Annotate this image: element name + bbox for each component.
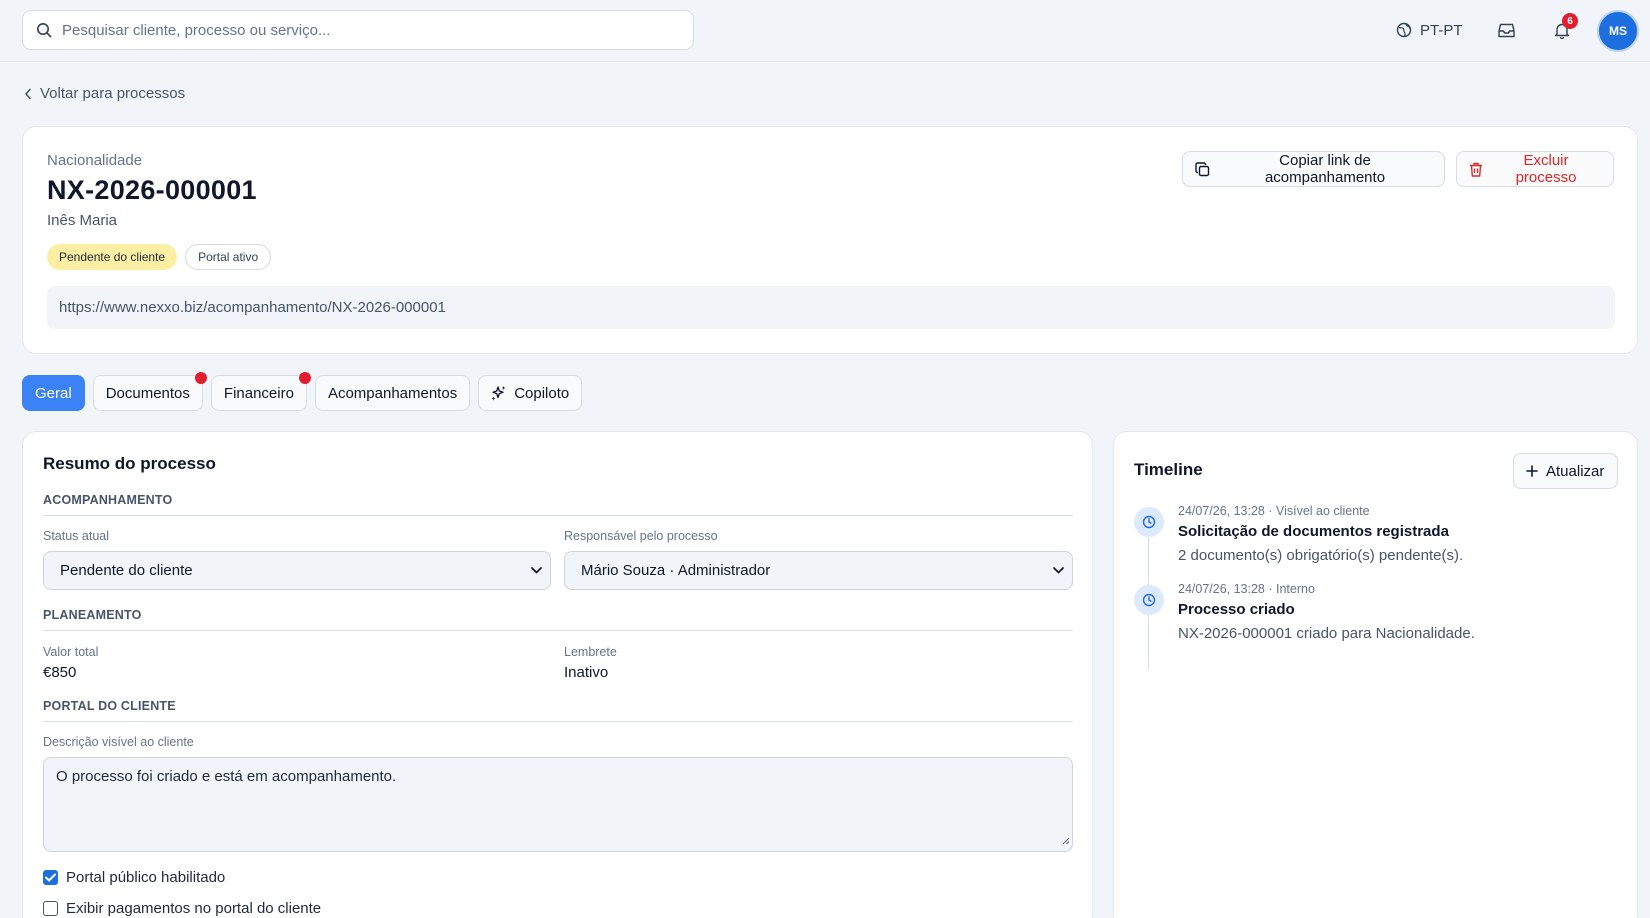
refresh-timeline-button[interactable]: Atualizar	[1513, 453, 1618, 489]
checkbox-unchecked-icon[interactable]	[43, 901, 58, 916]
chevron-down-icon	[531, 567, 542, 574]
status-badge: Pendente do cliente	[47, 244, 178, 270]
tab-followups[interactable]: Acompanhamentos	[314, 375, 471, 411]
trash-icon	[1469, 162, 1483, 177]
event-title: Solicitação de documentos registrada	[1178, 523, 1449, 540]
tracking-url[interactable]: https://www.nexxo.biz/acompanhamento/NX-…	[47, 286, 1615, 329]
section-tracking: ACOMPANHAMENTO	[43, 493, 1073, 516]
owner-label: Responsável pelo processo	[564, 529, 718, 543]
alert-dot	[298, 372, 311, 384]
search-icon	[36, 22, 52, 38]
service-name: Nacionalidade	[47, 152, 143, 169]
process-tabs: Geral Documentos Financeiro Acompanhamen…	[22, 372, 583, 411]
back-to-processes-link[interactable]: Voltar para processos	[24, 85, 185, 102]
delete-label: Excluir processo	[1515, 152, 1577, 186]
delete-process-button[interactable]: Excluir processo	[1456, 151, 1614, 187]
sparkles-icon	[491, 385, 507, 401]
event-description: 2 documento(s) obrigatório(s) pendente(s…	[1178, 547, 1464, 564]
language-label: PT-PT	[1420, 21, 1463, 39]
globe-icon	[1396, 22, 1412, 38]
clock-icon	[1134, 507, 1164, 537]
event-description: NX-2026-000001 criado para Nacionalidade…	[1178, 625, 1475, 642]
process-header-card: Nacionalidade NX-2026-000001 Inês Maria …	[22, 126, 1638, 354]
section-planning: PLANEAMENTO	[43, 608, 1073, 631]
search-input[interactable]	[62, 21, 662, 39]
timeline-card: Timeline Atualizar 24/07/26, 13:28 · Vis…	[1113, 431, 1638, 918]
tab-copilot[interactable]: Copiloto	[478, 375, 583, 411]
tab-label: Copiloto	[514, 384, 570, 402]
checkbox-checked-icon[interactable]	[43, 870, 58, 885]
tab-general[interactable]: Geral	[22, 375, 85, 411]
reminder-label: Lembrete	[564, 645, 617, 659]
process-number: NX-2026-000001	[47, 175, 257, 205]
owner-value: Mário Souza · Administrador	[581, 562, 771, 579]
description-label: Descrição visível ao cliente	[43, 735, 194, 749]
user-avatar[interactable]: MS	[1597, 10, 1639, 52]
checkbox-label: Portal público habilitado	[66, 869, 226, 886]
tab-label: Geral	[35, 384, 72, 402]
client-name: Inês Maria	[47, 212, 118, 229]
section-client-portal: PORTAL DO CLIENTE	[43, 699, 1073, 722]
event-title: Processo criado	[1178, 601, 1295, 618]
tab-label: Acompanhamentos	[327, 384, 458, 402]
public-portal-checkbox[interactable]: Portal público habilitado	[43, 869, 225, 886]
copy-icon	[1195, 161, 1210, 177]
back-label: Voltar para processos	[40, 85, 186, 102]
top-bar: PT-PT 6 MS	[0, 0, 1650, 62]
tab-label: Financeiro	[223, 384, 294, 402]
summary-title: Resumo do processo	[43, 454, 216, 473]
tab-label: Documentos	[105, 384, 190, 402]
tab-documents[interactable]: Documentos	[92, 372, 207, 411]
chevron-left-icon	[24, 88, 32, 100]
tab-financial[interactable]: Financeiro	[210, 372, 311, 411]
process-summary-card: Resumo do processo ACOMPANHAMENTO Status…	[22, 431, 1093, 918]
alert-dot	[194, 372, 207, 384]
status-value: Pendente do cliente	[60, 562, 193, 579]
timeline-title: Timeline	[1134, 460, 1203, 479]
status-select[interactable]: Pendente do cliente	[43, 551, 551, 590]
copy-tracking-link-button[interactable]: Copiar link de acompanhamento	[1182, 151, 1445, 187]
total-value: €850	[43, 664, 77, 681]
notification-count-badge: 6	[1562, 13, 1578, 29]
checkbox-label: Exibir pagamentos no portal do cliente	[66, 900, 322, 917]
status-label: Status atual	[43, 529, 110, 543]
total-label: Valor total	[43, 645, 99, 659]
reminder-value: Inativo	[564, 664, 609, 681]
plus-icon	[1526, 465, 1538, 477]
description-text: O processo foi criado e está em acompanh…	[56, 768, 397, 785]
language-selector[interactable]: PT-PT	[1396, 17, 1463, 43]
event-meta: 24/07/26, 13:28 · Interno	[1178, 582, 1315, 596]
status-badges: Pendente do cliente Portal ativo	[47, 244, 272, 270]
search-bar[interactable]	[22, 10, 694, 50]
refresh-label: Atualizar	[1546, 462, 1605, 480]
resize-handle-icon[interactable]	[1061, 832, 1070, 849]
client-description-textarea[interactable]: O processo foi criado e está em acompanh…	[43, 757, 1073, 852]
event-meta: 24/07/26, 13:28 · Visível ao cliente	[1178, 504, 1370, 518]
portal-badge: Portal ativo	[185, 244, 272, 270]
copy-link-label: Copiar link de acompanhamento	[1264, 152, 1386, 186]
chevron-down-icon	[1053, 567, 1064, 574]
clock-icon	[1134, 585, 1164, 615]
owner-select[interactable]: Mário Souza · Administrador	[564, 551, 1073, 590]
inbox-icon[interactable]	[1495, 19, 1517, 41]
show-payments-checkbox[interactable]: Exibir pagamentos no portal do cliente	[43, 900, 321, 917]
